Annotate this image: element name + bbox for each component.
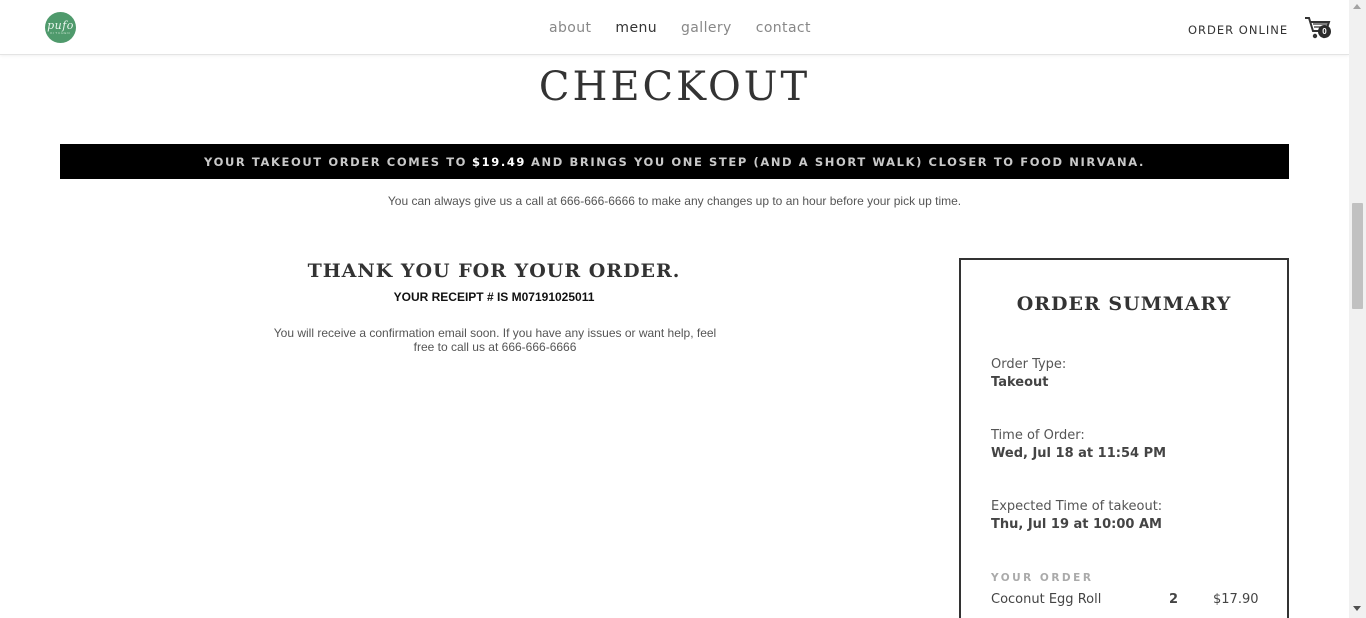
order-summary-title: ORDER SUMMARY — [1016, 293, 1232, 315]
logo-subtext: KITCHEN — [50, 31, 71, 35]
time-of-order-label: Time of Order: — [991, 428, 1085, 443]
time-of-order-value: Wed, Jul 18 at 11:54 PM — [991, 446, 1167, 461]
order-type-value: Takeout — [991, 375, 1049, 390]
expected-time-value: Thu, Jul 19 at 10:00 AM — [991, 517, 1162, 532]
order-item-price: $17.90 — [1213, 592, 1259, 607]
order-item-qty: 2 — [1169, 592, 1179, 607]
nav-contact-link[interactable]: contact — [756, 20, 811, 36]
banner-prefix: YOUR TAKEOUT ORDER COMES TO — [204, 154, 468, 169]
scroll-up-arrow-icon[interactable] — [1353, 4, 1361, 9]
banner-amount: $19.49 — [472, 154, 527, 169]
order-total-banner: YOUR TAKEOUT ORDER COMES TO $19.49 AND B… — [60, 144, 1289, 179]
nav-about-link[interactable]: about — [549, 20, 591, 36]
order-online-link[interactable]: ORDER ONLINE — [1188, 23, 1288, 37]
thank-you-heading: THANK YOU FOR YOUR ORDER. — [307, 260, 681, 282]
order-item-name: Coconut Egg Roll — [991, 592, 1102, 607]
scrollbar-thumb[interactable] — [1352, 203, 1363, 309]
call-note: You can always give us a call at 666-666… — [387, 194, 962, 208]
site-header: pufo KITCHEN about menu gallery contact … — [0, 0, 1349, 55]
scroll-down-arrow-icon[interactable] — [1353, 606, 1361, 611]
page-scrollbar[interactable] — [1349, 0, 1366, 618]
nav-menu-link[interactable]: menu — [615, 20, 657, 36]
order-type-label: Order Type: — [991, 357, 1067, 372]
logo-text: pufo — [47, 19, 74, 32]
banner-suffix: AND BRINGS YOU ONE STEP (AND A SHORT WAL… — [531, 154, 1145, 169]
your-order-label: YOUR ORDER — [991, 572, 1094, 584]
expected-time-label: Expected Time of takeout: — [991, 499, 1163, 514]
page-title: CHECKOUT — [538, 64, 811, 110]
nav-gallery-link[interactable]: gallery — [681, 20, 732, 36]
receipt-number: YOUR RECEIPT # IS M07191025011 — [393, 290, 595, 304]
logo[interactable]: pufo KITCHEN — [45, 12, 76, 43]
cart-count-badge: 0 — [1318, 25, 1331, 38]
main-nav: about menu gallery contact — [549, 20, 835, 36]
confirmation-message: You will receive a confirmation email so… — [273, 326, 717, 354]
order-summary-panel: ORDER SUMMARY Order Type: Takeout Time o… — [959, 258, 1289, 618]
